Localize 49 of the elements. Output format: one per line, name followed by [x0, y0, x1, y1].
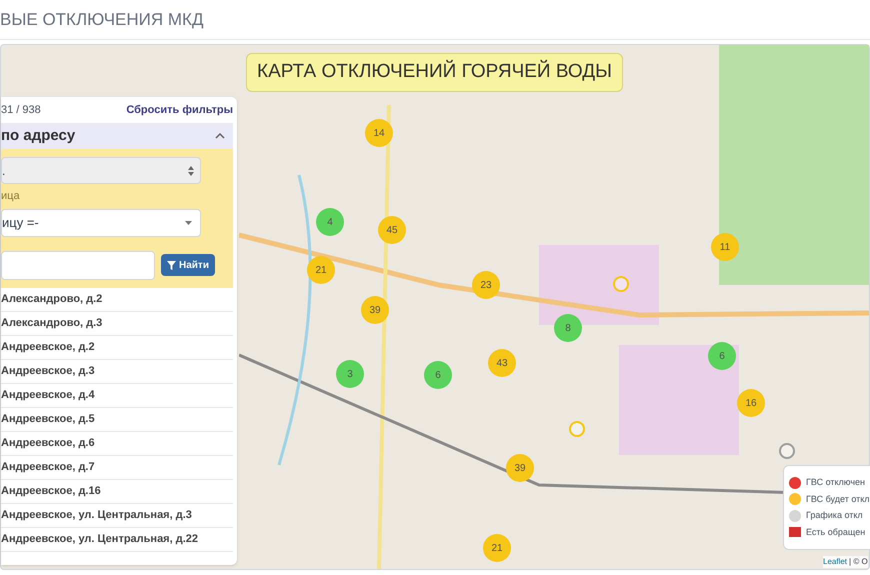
reset-filters-link[interactable]: Сбросить фильтры	[126, 102, 233, 118]
address-list-item[interactable]: Андреевское, д.7	[1, 456, 233, 480]
page-title: ВЫЕ ОТКЛЮЧЕНИЯ МКД	[0, 8, 204, 31]
address-section-header[interactable]: по адресу	[1, 123, 233, 149]
address-list-item[interactable]: Андреевское, ул. Центральная, д.3	[1, 504, 233, 528]
cluster-marker[interactable]: 45	[378, 216, 406, 244]
point-marker[interactable]	[569, 421, 585, 437]
select-field[interactable]: .	[1, 157, 201, 184]
address-list-item[interactable]: Андреевское, д.6	[1, 432, 233, 456]
attribution-link[interactable]: Leaflet	[823, 556, 848, 568]
cluster-marker[interactable]: 21	[307, 256, 335, 284]
address-list-item[interactable]: Александрово, д.2	[1, 288, 233, 312]
search-input-field[interactable]	[1, 250, 155, 280]
legend-label: ГВС отключен	[806, 476, 866, 489]
map-view[interactable]	[0, 44, 870, 570]
address-list-item[interactable]: Александрово, д.3	[1, 312, 233, 336]
address-list-item[interactable]: Андреевское, д.16	[1, 480, 233, 504]
cluster-marker[interactable]: 21	[483, 534, 511, 562]
street-select-field[interactable]: ицу =-	[1, 208, 201, 236]
point-marker[interactable]	[613, 276, 629, 292]
cluster-marker[interactable]: 39	[361, 296, 389, 324]
address-list-item[interactable]: Андреевское, ул. Центральная, д.22	[1, 528, 233, 552]
cluster-marker[interactable]: 6	[424, 361, 452, 389]
cluster-marker[interactable]: 23	[472, 271, 500, 299]
find-button[interactable]: Найти	[161, 254, 215, 276]
address-list-item[interactable]: Андреевское, д.4	[1, 384, 233, 408]
sort-arrows-icon	[188, 166, 194, 176]
address-list-item[interactable]: Андреевское, д.5	[1, 408, 233, 432]
result-count: 31 / 938	[1, 102, 41, 118]
legend-label: Графика откл	[806, 509, 863, 522]
cluster-marker[interactable]: 16	[737, 389, 765, 417]
cluster-marker[interactable]: 8	[554, 314, 582, 342]
legend-label: Есть обращен	[806, 526, 866, 539]
cluster-marker[interactable]: 43	[488, 349, 516, 377]
address-list-item[interactable]: Андреевское, д.2	[1, 336, 233, 360]
cluster-marker[interactable]: 11	[711, 233, 739, 261]
filter-icon	[167, 260, 176, 270]
cluster-marker[interactable]: 3	[336, 360, 364, 388]
chevron-icon	[215, 133, 225, 139]
legend-label: ГВС будет откл	[806, 492, 870, 506]
cluster-marker[interactable]: 14	[365, 119, 393, 147]
point-marker[interactable]	[779, 443, 795, 459]
map-title-banner: КАРТА ОТКЛЮЧЕНИЙ ГОРЯЧЕЙ ВОДЫ	[246, 53, 623, 92]
field-label: ица	[1, 189, 21, 204]
caret-icon	[185, 220, 192, 224]
cluster-marker[interactable]: 39	[506, 454, 534, 482]
address-list-item[interactable]: Андреевское, д.3	[1, 360, 233, 384]
attribution-text: | © O	[849, 556, 868, 568]
cluster-marker[interactable]: 4	[316, 208, 344, 236]
